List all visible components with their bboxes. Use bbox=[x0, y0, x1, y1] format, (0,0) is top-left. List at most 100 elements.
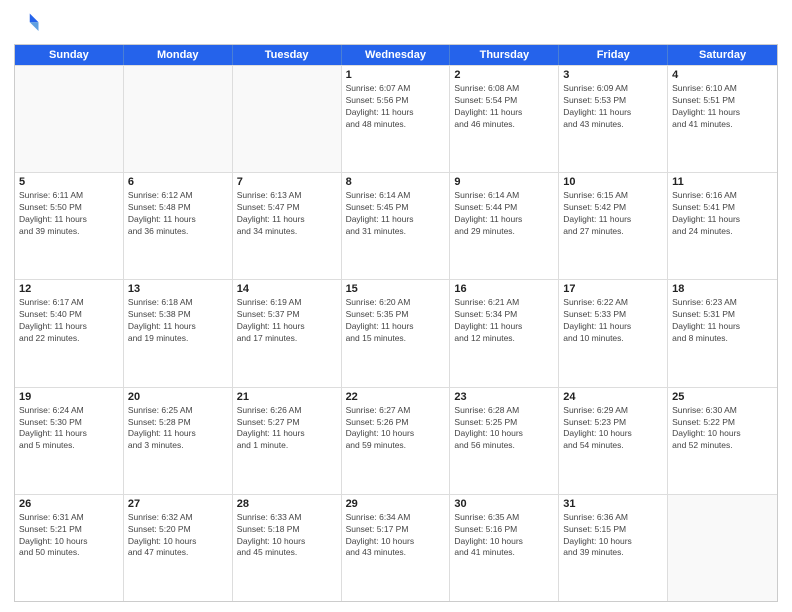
day-number: 28 bbox=[237, 498, 337, 510]
day-number: 20 bbox=[128, 391, 228, 403]
day-info: Sunrise: 6:31 AM Sunset: 5:21 PM Dayligh… bbox=[19, 512, 119, 560]
day-info: Sunrise: 6:14 AM Sunset: 5:44 PM Dayligh… bbox=[454, 190, 554, 238]
day-cell-empty-0-1 bbox=[124, 66, 233, 172]
day-number: 25 bbox=[672, 391, 773, 403]
day-number: 21 bbox=[237, 391, 337, 403]
weekday-header-saturday: Saturday bbox=[668, 45, 777, 65]
weekday-header-tuesday: Tuesday bbox=[233, 45, 342, 65]
day-number: 17 bbox=[563, 283, 663, 295]
day-info: Sunrise: 6:08 AM Sunset: 5:54 PM Dayligh… bbox=[454, 83, 554, 131]
day-number: 16 bbox=[454, 283, 554, 295]
day-info: Sunrise: 6:30 AM Sunset: 5:22 PM Dayligh… bbox=[672, 405, 773, 453]
day-cell-14: 14 Sunrise: 6:19 AM Sunset: 5:37 PM Dayli… bbox=[233, 280, 342, 386]
day-number: 4 bbox=[672, 69, 773, 81]
day-cell-12: 12 Sunrise: 6:17 AM Sunset: 5:40 PM Dayli… bbox=[15, 280, 124, 386]
day-cell-4: 4 Sunrise: 6:10 AM Sunset: 5:51 PM Daylig… bbox=[668, 66, 777, 172]
day-info: Sunrise: 6:18 AM Sunset: 5:38 PM Dayligh… bbox=[128, 297, 228, 345]
day-number: 5 bbox=[19, 176, 119, 188]
header bbox=[14, 10, 778, 38]
day-number: 27 bbox=[128, 498, 228, 510]
day-cell-22: 22Sunrise: 6:27 AM Sunset: 5:26 PM Dayli… bbox=[342, 388, 451, 494]
day-info: Sunrise: 6:13 AM Sunset: 5:47 PM Dayligh… bbox=[237, 190, 337, 238]
day-cell-1: 1Sunrise: 6:07 AM Sunset: 5:56 PM Daylig… bbox=[342, 66, 451, 172]
day-number: 6 bbox=[128, 176, 228, 188]
day-cell-9: 9 Sunrise: 6:14 AM Sunset: 5:44 PM Daylig… bbox=[450, 173, 559, 279]
day-cell-18: 18Sunrise: 6:23 AM Sunset: 5:31 PM Dayli… bbox=[668, 280, 777, 386]
day-info: Sunrise: 6:29 AM Sunset: 5:23 PM Dayligh… bbox=[563, 405, 663, 453]
day-number: 8 bbox=[346, 176, 446, 188]
day-info: Sunrise: 6:26 AM Sunset: 5:27 PM Dayligh… bbox=[237, 405, 337, 453]
day-cell-5: 5 Sunrise: 6:11 AM Sunset: 5:50 PM Daylig… bbox=[15, 173, 124, 279]
weekday-header-monday: Monday bbox=[124, 45, 233, 65]
day-cell-15: 15 Sunrise: 6:20 AM Sunset: 5:35 PM Dayli… bbox=[342, 280, 451, 386]
day-number: 1 bbox=[346, 69, 446, 81]
day-info: Sunrise: 6:25 AM Sunset: 5:28 PM Dayligh… bbox=[128, 405, 228, 453]
day-info: Sunrise: 6:10 AM Sunset: 5:51 PM Dayligh… bbox=[672, 83, 773, 131]
day-number: 15 bbox=[346, 283, 446, 295]
weekday-header-thursday: Thursday bbox=[450, 45, 559, 65]
day-cell-31: 31 Sunrise: 6:36 AM Sunset: 5:15 PM Dayli… bbox=[559, 495, 668, 601]
day-info: Sunrise: 6:12 AM Sunset: 5:48 PM Dayligh… bbox=[128, 190, 228, 238]
day-info: Sunrise: 6:20 AM Sunset: 5:35 PM Dayligh… bbox=[346, 297, 446, 345]
day-number: 29 bbox=[346, 498, 446, 510]
day-number: 24 bbox=[563, 391, 663, 403]
calendar-body: 1Sunrise: 6:07 AM Sunset: 5:56 PM Daylig… bbox=[15, 65, 777, 601]
day-cell-29: 29 Sunrise: 6:34 AM Sunset: 5:17 PM Dayli… bbox=[342, 495, 451, 601]
day-cell-21: 21 Sunrise: 6:26 AM Sunset: 5:27 PM Dayli… bbox=[233, 388, 342, 494]
day-number: 22 bbox=[346, 391, 446, 403]
day-cell-28: 28 Sunrise: 6:33 AM Sunset: 5:18 PM Dayli… bbox=[233, 495, 342, 601]
day-cell-6: 6 Sunrise: 6:12 AM Sunset: 5:48 PM Daylig… bbox=[124, 173, 233, 279]
day-info: Sunrise: 6:22 AM Sunset: 5:33 PM Dayligh… bbox=[563, 297, 663, 345]
weekday-header-friday: Friday bbox=[559, 45, 668, 65]
day-cell-3: 3Sunrise: 6:09 AM Sunset: 5:53 PM Daylig… bbox=[559, 66, 668, 172]
calendar-row-3: 19Sunrise: 6:24 AM Sunset: 5:30 PM Dayli… bbox=[15, 387, 777, 494]
day-cell-27: 27Sunrise: 6:32 AM Sunset: 5:20 PM Dayli… bbox=[124, 495, 233, 601]
calendar-row-1: 5 Sunrise: 6:11 AM Sunset: 5:50 PM Daylig… bbox=[15, 172, 777, 279]
calendar-row-4: 26 Sunrise: 6:31 AM Sunset: 5:21 PM Dayli… bbox=[15, 494, 777, 601]
day-info: Sunrise: 6:21 AM Sunset: 5:34 PM Dayligh… bbox=[454, 297, 554, 345]
day-number: 26 bbox=[19, 498, 119, 510]
day-cell-23: 23 Sunrise: 6:28 AM Sunset: 5:25 PM Dayli… bbox=[450, 388, 559, 494]
day-cell-24: 24 Sunrise: 6:29 AM Sunset: 5:23 PM Dayli… bbox=[559, 388, 668, 494]
day-cell-11: 11Sunrise: 6:16 AM Sunset: 5:41 PM Dayli… bbox=[668, 173, 777, 279]
day-cell-16: 16 Sunrise: 6:21 AM Sunset: 5:34 PM Dayli… bbox=[450, 280, 559, 386]
day-cell-26: 26 Sunrise: 6:31 AM Sunset: 5:21 PM Dayli… bbox=[15, 495, 124, 601]
day-cell-25: 25 Sunrise: 6:30 AM Sunset: 5:22 PM Dayli… bbox=[668, 388, 777, 494]
day-number: 9 bbox=[454, 176, 554, 188]
day-cell-8: 8 Sunrise: 6:14 AM Sunset: 5:45 PM Daylig… bbox=[342, 173, 451, 279]
day-info: Sunrise: 6:36 AM Sunset: 5:15 PM Dayligh… bbox=[563, 512, 663, 560]
day-info: Sunrise: 6:24 AM Sunset: 5:30 PM Dayligh… bbox=[19, 405, 119, 453]
day-number: 18 bbox=[672, 283, 773, 295]
day-info: Sunrise: 6:11 AM Sunset: 5:50 PM Dayligh… bbox=[19, 190, 119, 238]
day-number: 14 bbox=[237, 283, 337, 295]
day-cell-30: 30 Sunrise: 6:35 AM Sunset: 5:16 PM Dayli… bbox=[450, 495, 559, 601]
day-number: 10 bbox=[563, 176, 663, 188]
day-cell-empty-0-0 bbox=[15, 66, 124, 172]
day-cell-19: 19Sunrise: 6:24 AM Sunset: 5:30 PM Dayli… bbox=[15, 388, 124, 494]
day-info: Sunrise: 6:28 AM Sunset: 5:25 PM Dayligh… bbox=[454, 405, 554, 453]
day-number: 23 bbox=[454, 391, 554, 403]
logo bbox=[14, 10, 46, 38]
day-number: 3 bbox=[563, 69, 663, 81]
weekday-header-sunday: Sunday bbox=[15, 45, 124, 65]
day-cell-7: 7Sunrise: 6:13 AM Sunset: 5:47 PM Daylig… bbox=[233, 173, 342, 279]
day-info: Sunrise: 6:14 AM Sunset: 5:45 PM Dayligh… bbox=[346, 190, 446, 238]
day-number: 31 bbox=[563, 498, 663, 510]
day-cell-20: 20 Sunrise: 6:25 AM Sunset: 5:28 PM Dayli… bbox=[124, 388, 233, 494]
day-info: Sunrise: 6:17 AM Sunset: 5:40 PM Dayligh… bbox=[19, 297, 119, 345]
day-cell-10: 10Sunrise: 6:15 AM Sunset: 5:42 PM Dayli… bbox=[559, 173, 668, 279]
day-number: 13 bbox=[128, 283, 228, 295]
day-info: Sunrise: 6:34 AM Sunset: 5:17 PM Dayligh… bbox=[346, 512, 446, 560]
calendar: SundayMondayTuesdayWednesdayThursdayFrid… bbox=[14, 44, 778, 602]
day-info: Sunrise: 6:35 AM Sunset: 5:16 PM Dayligh… bbox=[454, 512, 554, 560]
calendar-row-2: 12 Sunrise: 6:17 AM Sunset: 5:40 PM Dayli… bbox=[15, 279, 777, 386]
weekday-header-wednesday: Wednesday bbox=[342, 45, 451, 65]
day-number: 30 bbox=[454, 498, 554, 510]
day-cell-empty-0-2 bbox=[233, 66, 342, 172]
day-number: 12 bbox=[19, 283, 119, 295]
day-info: Sunrise: 6:33 AM Sunset: 5:18 PM Dayligh… bbox=[237, 512, 337, 560]
day-cell-17: 17 Sunrise: 6:22 AM Sunset: 5:33 PM Dayli… bbox=[559, 280, 668, 386]
day-cell-13: 13 Sunrise: 6:18 AM Sunset: 5:38 PM Dayli… bbox=[124, 280, 233, 386]
day-info: Sunrise: 6:19 AM Sunset: 5:37 PM Dayligh… bbox=[237, 297, 337, 345]
day-cell-empty-4-6 bbox=[668, 495, 777, 601]
